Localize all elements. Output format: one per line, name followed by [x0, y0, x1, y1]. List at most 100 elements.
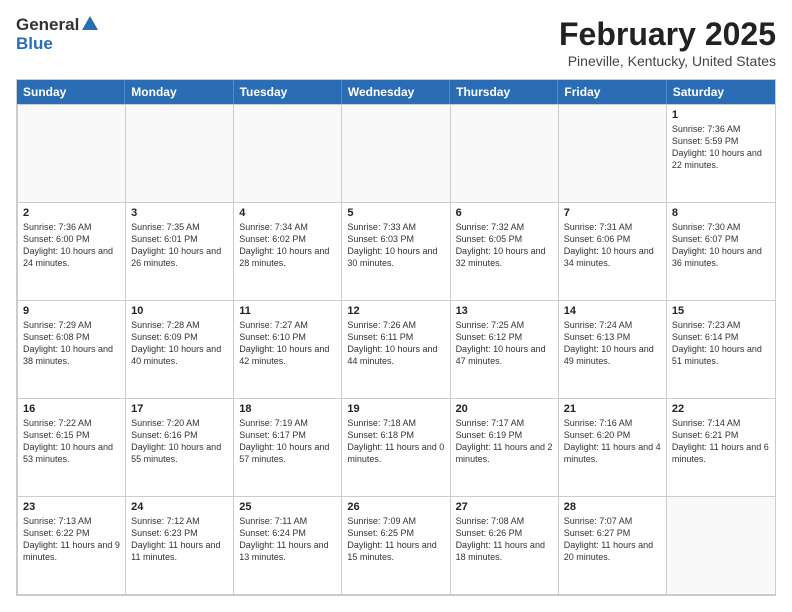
cal-cell-21: 21 Sunrise: 7:16 AM Sunset: 6:20 PM Dayli…	[559, 399, 667, 496]
day-number: 21	[564, 403, 661, 415]
day-number: 10	[131, 305, 228, 317]
cell-info: Sunrise: 7:34 AM Sunset: 6:02 PM Dayligh…	[239, 221, 336, 270]
day-number: 25	[239, 501, 336, 513]
cell-info: Sunrise: 7:23 AM Sunset: 6:14 PM Dayligh…	[672, 319, 770, 368]
cal-cell-24: 24Sunrise: 7:12 AM Sunset: 6:23 PM Dayli…	[126, 497, 234, 594]
cal-cell-3: 3Sunrise: 7:35 AM Sunset: 6:01 PM Daylig…	[126, 203, 234, 300]
cal-row-0: 1 Sunrise: 7:36 AM Sunset: 5:59 PM Daylig…	[18, 104, 775, 202]
day-number: 1	[672, 109, 770, 121]
cell-info: Sunrise: 7:11 AM Sunset: 6:24 PM Dayligh…	[239, 515, 336, 564]
cal-cell-17: 17 Sunrise: 7:20 AM Sunset: 6:16 PM Dayli…	[126, 399, 234, 496]
cell-info: Sunrise: 7:18 AM Sunset: 6:18 PM Dayligh…	[347, 417, 444, 466]
cal-cell-13: 13 Sunrise: 7:25 AM Sunset: 6:12 PM Dayli…	[451, 301, 559, 398]
cell-info: Sunrise: 7:26 AM Sunset: 6:11 PM Dayligh…	[347, 319, 444, 368]
cal-cell-27: 27Sunrise: 7:08 AM Sunset: 6:26 PM Dayli…	[451, 497, 559, 594]
cell-info: Sunrise: 7:19 AM Sunset: 6:17 PM Dayligh…	[239, 417, 336, 466]
title-block: February 2025 Pineville, Kentucky, Unite…	[559, 16, 776, 69]
cell-info: Sunrise: 7:16 AM Sunset: 6:20 PM Dayligh…	[564, 417, 661, 466]
day-number: 22	[672, 403, 770, 415]
cal-cell-8: 8 Sunrise: 7:30 AM Sunset: 6:07 PM Daylig…	[667, 203, 775, 300]
cal-cell-4: 4 Sunrise: 7:34 AM Sunset: 6:02 PM Daylig…	[234, 203, 342, 300]
day-number: 9	[23, 305, 120, 317]
cell-info: Sunrise: 7:24 AM Sunset: 6:13 PM Dayligh…	[564, 319, 661, 368]
cal-header-sunday: Sunday	[17, 80, 125, 104]
cal-row-2: 9 Sunrise: 7:29 AM Sunset: 6:08 PM Daylig…	[18, 300, 775, 398]
cal-cell-23: 23 Sunrise: 7:13 AM Sunset: 6:22 PM Dayli…	[18, 497, 126, 594]
logo-general-text: General	[16, 16, 79, 35]
day-number: 19	[347, 403, 444, 415]
cal-cell-9: 9 Sunrise: 7:29 AM Sunset: 6:08 PM Daylig…	[18, 301, 126, 398]
cell-info: Sunrise: 7:17 AM Sunset: 6:19 PM Dayligh…	[456, 417, 553, 466]
day-number: 26	[347, 501, 444, 513]
day-number: 8	[672, 207, 770, 219]
cal-row-4: 23 Sunrise: 7:13 AM Sunset: 6:22 PM Dayli…	[18, 496, 775, 594]
day-number: 12	[347, 305, 444, 317]
cal-cell-empty-0-1	[126, 105, 234, 202]
cal-cell-19: 19 Sunrise: 7:18 AM Sunset: 6:18 PM Dayli…	[342, 399, 450, 496]
cal-cell-empty-0-2	[234, 105, 342, 202]
cal-cell-2: 2 Sunrise: 7:36 AM Sunset: 6:00 PM Daylig…	[18, 203, 126, 300]
cell-info: Sunrise: 7:25 AM Sunset: 6:12 PM Dayligh…	[456, 319, 553, 368]
cal-header-saturday: Saturday	[667, 80, 775, 104]
cell-info: Sunrise: 7:36 AM Sunset: 5:59 PM Dayligh…	[672, 123, 770, 172]
cell-info: Sunrise: 7:08 AM Sunset: 6:26 PM Dayligh…	[456, 515, 553, 564]
cal-cell-28: 28Sunrise: 7:07 AM Sunset: 6:27 PM Dayli…	[559, 497, 667, 594]
day-number: 24	[131, 501, 228, 513]
cell-info: Sunrise: 7:07 AM Sunset: 6:27 PM Dayligh…	[564, 515, 661, 564]
cell-info: Sunrise: 7:20 AM Sunset: 6:16 PM Dayligh…	[131, 417, 228, 466]
day-number: 17	[131, 403, 228, 415]
cell-info: Sunrise: 7:29 AM Sunset: 6:08 PM Dayligh…	[23, 319, 120, 368]
day-number: 4	[239, 207, 336, 219]
day-number: 18	[239, 403, 336, 415]
cal-header-wednesday: Wednesday	[342, 80, 450, 104]
calendar-grid: 1 Sunrise: 7:36 AM Sunset: 5:59 PM Daylig…	[17, 104, 775, 595]
day-number: 23	[23, 501, 120, 513]
day-number: 2	[23, 207, 120, 219]
logo-triangle-icon	[82, 16, 98, 35]
day-number: 5	[347, 207, 444, 219]
day-number: 13	[456, 305, 553, 317]
cell-info: Sunrise: 7:22 AM Sunset: 6:15 PM Dayligh…	[23, 417, 120, 466]
day-number: 16	[23, 403, 120, 415]
cal-cell-15: 15 Sunrise: 7:23 AM Sunset: 6:14 PM Dayli…	[667, 301, 775, 398]
calendar-subtitle: Pineville, Kentucky, United States	[559, 53, 776, 69]
header: General Blue February 2025 Pineville, Ke…	[16, 16, 776, 69]
cell-info: Sunrise: 7:36 AM Sunset: 6:00 PM Dayligh…	[23, 221, 120, 270]
cell-info: Sunrise: 7:09 AM Sunset: 6:25 PM Dayligh…	[347, 515, 444, 564]
cal-header-friday: Friday	[558, 80, 666, 104]
cal-header-monday: Monday	[125, 80, 233, 104]
cell-info: Sunrise: 7:31 AM Sunset: 6:06 PM Dayligh…	[564, 221, 661, 270]
cal-cell-11: 11Sunrise: 7:27 AM Sunset: 6:10 PM Dayli…	[234, 301, 342, 398]
cal-cell-empty-0-3	[342, 105, 450, 202]
cal-cell-10: 10 Sunrise: 7:28 AM Sunset: 6:09 PM Dayli…	[126, 301, 234, 398]
logo-blue-text: Blue	[16, 35, 98, 54]
day-number: 6	[456, 207, 553, 219]
cell-info: Sunrise: 7:13 AM Sunset: 6:22 PM Dayligh…	[23, 515, 120, 564]
cal-cell-18: 18 Sunrise: 7:19 AM Sunset: 6:17 PM Dayli…	[234, 399, 342, 496]
logo: General Blue	[16, 16, 98, 53]
day-number: 14	[564, 305, 661, 317]
day-number: 15	[672, 305, 770, 317]
cell-info: Sunrise: 7:33 AM Sunset: 6:03 PM Dayligh…	[347, 221, 444, 270]
cal-cell-empty-0-5	[559, 105, 667, 202]
cal-cell-22: 22Sunrise: 7:14 AM Sunset: 6:21 PM Dayli…	[667, 399, 775, 496]
cal-cell-25: 25 Sunrise: 7:11 AM Sunset: 6:24 PM Dayli…	[234, 497, 342, 594]
cal-cell-7: 7 Sunrise: 7:31 AM Sunset: 6:06 PM Daylig…	[559, 203, 667, 300]
calendar-page: General Blue February 2025 Pineville, Ke…	[0, 0, 792, 612]
day-number: 20	[456, 403, 553, 415]
cal-header-thursday: Thursday	[450, 80, 558, 104]
cal-cell-16: 16 Sunrise: 7:22 AM Sunset: 6:15 PM Dayli…	[18, 399, 126, 496]
cal-cell-empty-0-4	[451, 105, 559, 202]
cell-info: Sunrise: 7:35 AM Sunset: 6:01 PM Dayligh…	[131, 221, 228, 270]
cal-cell-empty-0-0	[18, 105, 126, 202]
cal-cell-5: 5 Sunrise: 7:33 AM Sunset: 6:03 PM Daylig…	[342, 203, 450, 300]
cell-info: Sunrise: 7:32 AM Sunset: 6:05 PM Dayligh…	[456, 221, 553, 270]
cal-cell-26: 26 Sunrise: 7:09 AM Sunset: 6:25 PM Dayli…	[342, 497, 450, 594]
cell-info: Sunrise: 7:28 AM Sunset: 6:09 PM Dayligh…	[131, 319, 228, 368]
day-number: 7	[564, 207, 661, 219]
cal-cell-20: 20 Sunrise: 7:17 AM Sunset: 6:19 PM Dayli…	[451, 399, 559, 496]
cal-row-3: 16 Sunrise: 7:22 AM Sunset: 6:15 PM Dayli…	[18, 398, 775, 496]
cal-cell-6: 6 Sunrise: 7:32 AM Sunset: 6:05 PM Daylig…	[451, 203, 559, 300]
cal-cell-14: 14 Sunrise: 7:24 AM Sunset: 6:13 PM Dayli…	[559, 301, 667, 398]
cell-info: Sunrise: 7:30 AM Sunset: 6:07 PM Dayligh…	[672, 221, 770, 270]
